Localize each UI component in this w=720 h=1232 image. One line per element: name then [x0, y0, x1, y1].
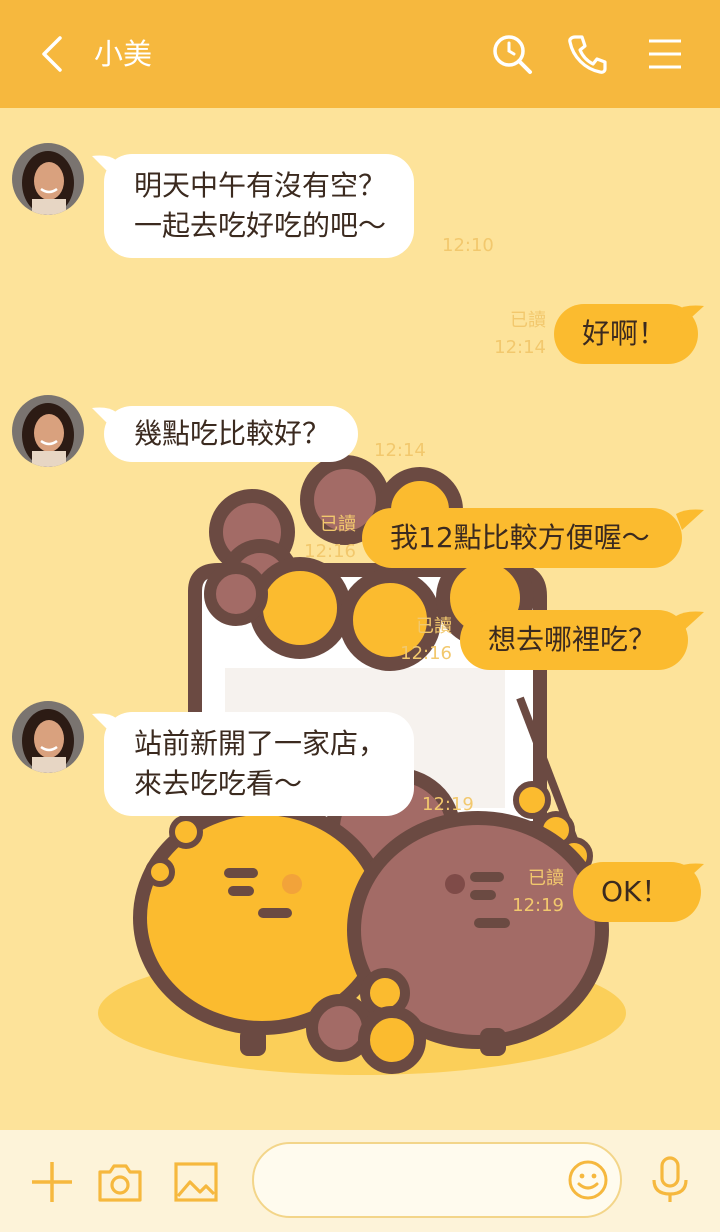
- avatar[interactable]: [12, 143, 84, 215]
- image-icon: [174, 1162, 218, 1202]
- avatar-image: [12, 701, 84, 773]
- message-time: 12:16: [400, 643, 452, 664]
- chat-area[interactable]: 明天中午有沒有空？ 一起去吃好吃的吧～ 12:10 已讀 12:14 好啊！ 幾…: [0, 108, 720, 1130]
- message-bubble-incoming[interactable]: 明天中午有沒有空？ 一起去吃好吃的吧～: [104, 154, 415, 258]
- message-text: 我12點比較方便喔～: [390, 521, 650, 554]
- search-icon: [493, 35, 532, 74]
- message-text: 一起去吃好吃的吧～: [134, 209, 387, 242]
- avatar-image: [12, 395, 84, 467]
- chevron-left-icon: [42, 36, 62, 72]
- avatar[interactable]: [12, 701, 84, 773]
- message-bubble-incoming[interactable]: 站前新開了一家店， 來去吃吃看～: [104, 712, 415, 816]
- message-text: 想去哪裡吃？: [488, 623, 657, 656]
- message-time: 12:14: [494, 337, 546, 358]
- bubble-tail: [676, 863, 704, 884]
- bubble-tail: [676, 305, 704, 326]
- message-bubble-outgoing[interactable]: 想去哪裡吃？: [460, 610, 689, 670]
- message-text: OK！: [601, 875, 670, 908]
- microphone-icon: [652, 1156, 688, 1202]
- message-time: 12:14: [374, 440, 426, 461]
- message-time: 12:19: [512, 895, 564, 916]
- message-bubble-outgoing[interactable]: 我12點比較方便喔～: [362, 508, 682, 568]
- bubble-tail: [676, 611, 704, 632]
- message-time: 12:10: [442, 235, 494, 256]
- back-button[interactable]: [30, 30, 78, 78]
- avatar[interactable]: [12, 395, 84, 467]
- read-receipt: 已讀: [416, 616, 452, 637]
- add-button[interactable]: [28, 1158, 76, 1206]
- camera-button[interactable]: [96, 1158, 144, 1206]
- read-receipt: 已讀: [528, 868, 564, 889]
- message-time: 12:16: [304, 541, 356, 562]
- call-button[interactable]: [563, 30, 611, 78]
- message-text: 來去吃吃看～: [134, 767, 303, 800]
- menu-icon: [649, 39, 681, 69]
- message-text: 明天中午有沒有空？: [134, 169, 387, 202]
- phone-icon: [568, 35, 607, 74]
- read-receipt: 已讀: [320, 514, 356, 535]
- message-text: 好啊！: [582, 317, 667, 350]
- camera-icon: [98, 1164, 142, 1202]
- avatar-image: [12, 143, 84, 215]
- plus-icon: [32, 1162, 72, 1202]
- read-receipt: 已讀: [510, 310, 546, 331]
- bubble-tail: [676, 509, 704, 530]
- emoji-button[interactable]: [566, 1158, 610, 1202]
- contact-name: 小美: [94, 37, 153, 71]
- message-bubble-incoming[interactable]: 幾點吃比較好？: [104, 406, 359, 462]
- message-text: 幾點吃比較好？: [134, 417, 331, 450]
- image-button[interactable]: [172, 1158, 220, 1206]
- message-input-bar: [0, 1130, 720, 1232]
- message-input[interactable]: [252, 1142, 622, 1218]
- voice-button[interactable]: [646, 1154, 694, 1206]
- message-time: 12:19: [422, 794, 474, 815]
- menu-button[interactable]: [641, 30, 689, 78]
- emoji-icon: [568, 1160, 608, 1200]
- chat-header: 小美: [0, 0, 720, 108]
- search-button[interactable]: [488, 30, 536, 78]
- message-text: 站前新開了一家店，: [134, 727, 387, 760]
